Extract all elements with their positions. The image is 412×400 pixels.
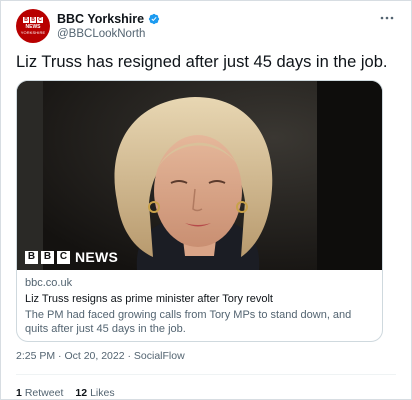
card-body[interactable]: bbc.co.uk Liz Truss resigns as prime min…	[17, 270, 382, 336]
avatar[interactable]: B B C NEWS YORKSHIRE	[16, 9, 50, 43]
card-title[interactable]: Liz Truss resigns as prime minister afte…	[25, 292, 374, 307]
tweet-text: Liz Truss has resigned after just 45 day…	[16, 53, 388, 71]
verified-badge-icon	[148, 13, 160, 25]
display-name[interactable]: BBC Yorkshire	[57, 12, 144, 26]
avatar-region-text: YORKSHIRE	[20, 30, 46, 35]
display-name-row[interactable]: BBC Yorkshire	[57, 12, 160, 26]
card-domain: bbc.co.uk	[25, 277, 73, 289]
link-card[interactable]: B B C NEWS bbc.co.uk Liz Truss resigns a…	[16, 80, 383, 342]
tweet-header: B B C NEWS YORKSHIRE BBC Yorkshire @BBCL…	[16, 9, 396, 45]
card-photo	[17, 81, 382, 270]
meta-separator: ·	[127, 350, 132, 362]
bbc-logo-news: NEWS	[75, 249, 119, 265]
retweets-label: Retweet	[24, 387, 64, 399]
retweets-count: 1	[16, 387, 22, 399]
card-image[interactable]: B B C NEWS	[17, 81, 382, 270]
avatar-logo-block: C	[37, 16, 43, 23]
tweet-stats: 1 Retweet 12 Likes	[16, 387, 115, 399]
account-handle[interactable]: @BBCLookNorth	[57, 28, 160, 40]
retweets-stat[interactable]: 1 Retweet	[16, 387, 63, 399]
avatar-logo-block: B	[30, 16, 36, 23]
bbc-logo-block: B	[25, 250, 38, 264]
likes-stat[interactable]: 12 Likes	[75, 387, 114, 399]
bbc-news-logo: B B C NEWS	[25, 249, 118, 265]
bbc-logo-block: C	[57, 250, 70, 264]
likes-label: Likes	[90, 387, 115, 399]
tweet-date[interactable]: Oct 20, 2022	[64, 350, 124, 362]
meta-separator: ·	[58, 350, 62, 362]
account-names: BBC Yorkshire @BBCLookNorth	[57, 12, 160, 40]
bbc-logo-block: B	[41, 250, 54, 264]
tweet-source[interactable]: SocialFlow	[134, 350, 185, 362]
tweet-time[interactable]: 2:25 PM	[16, 350, 55, 362]
more-options-icon[interactable]	[378, 9, 396, 27]
card-description: The PM had faced growing calls from Tory…	[25, 309, 352, 335]
avatar-logo: B B C	[23, 17, 43, 23]
divider	[16, 374, 396, 375]
likes-count: 12	[75, 387, 88, 399]
tweet-meta: 2:25 PM · Oct 20, 2022 · SocialFlow	[16, 350, 185, 362]
avatar-logo-block: B	[23, 16, 29, 23]
